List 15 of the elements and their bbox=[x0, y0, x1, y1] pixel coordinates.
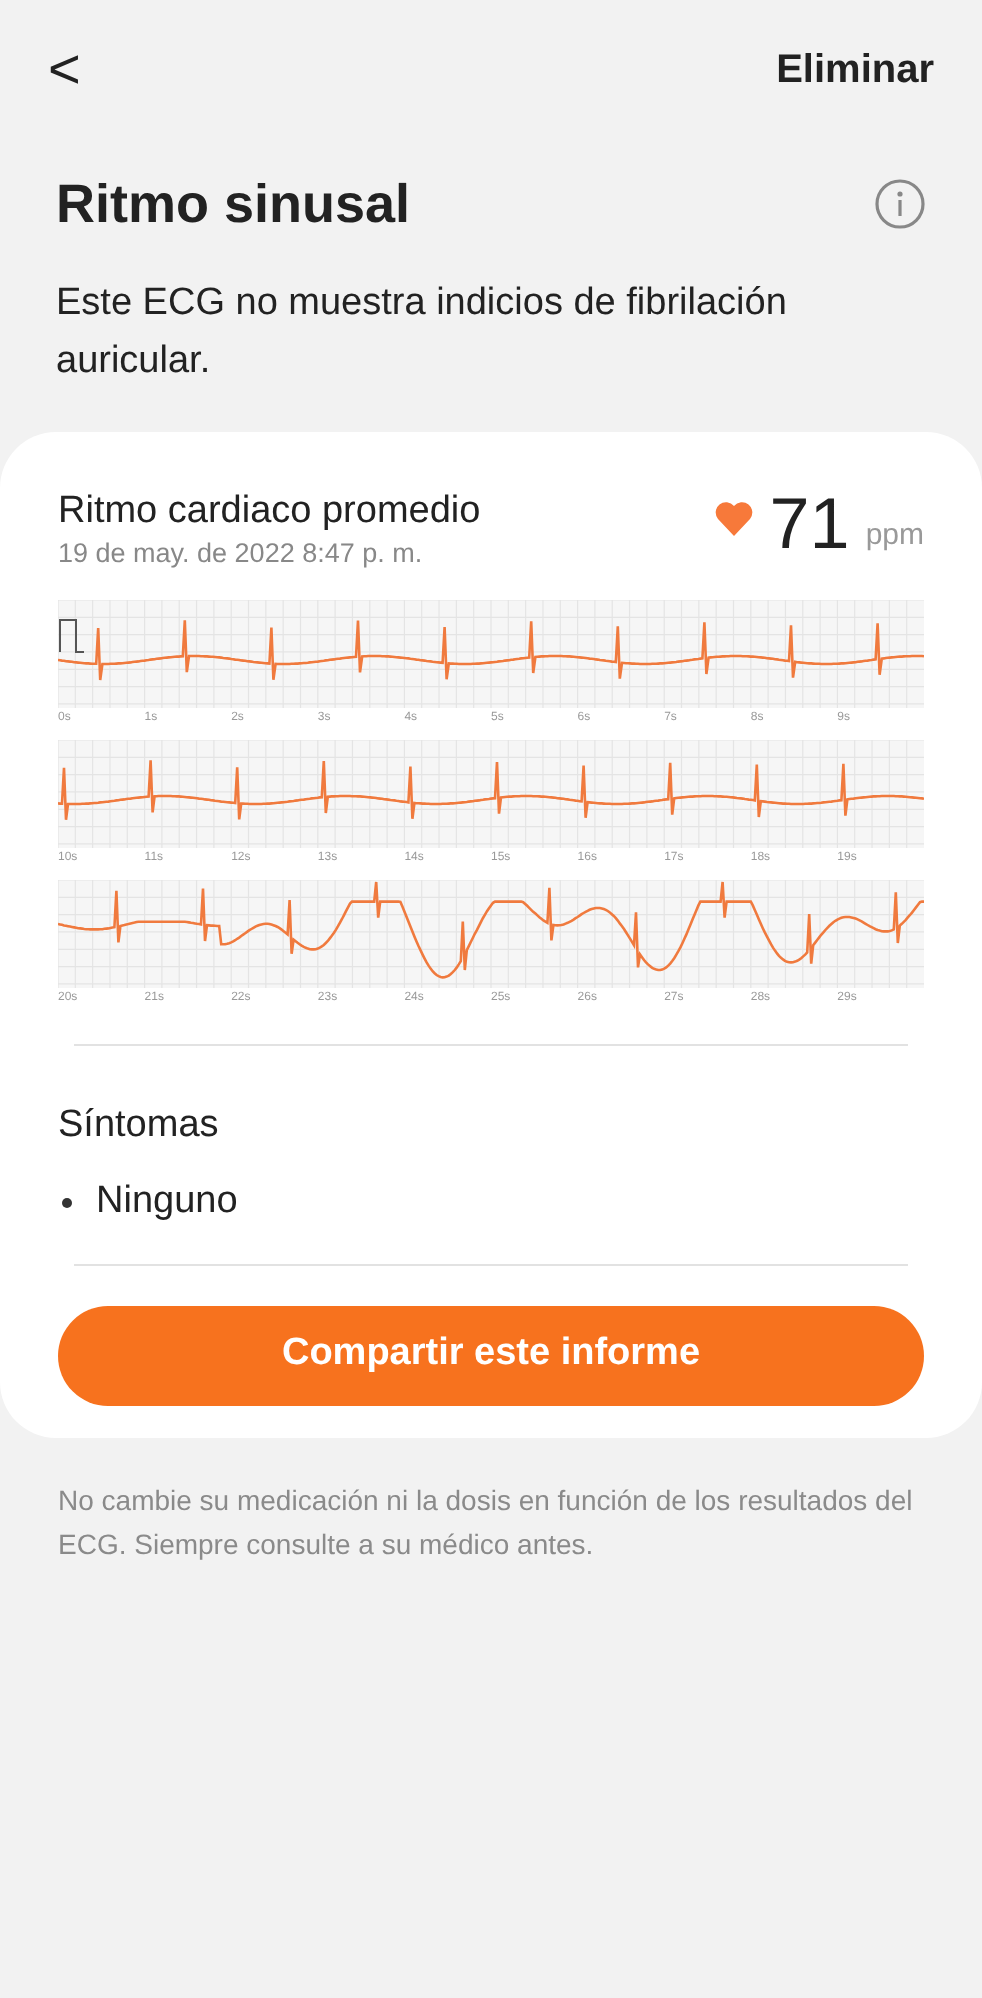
info-icon[interactable] bbox=[874, 178, 926, 231]
symptoms-title: Síntomas bbox=[58, 1101, 221, 1149]
symptom-item: Ninguno bbox=[96, 1178, 238, 1226]
result-title: Ritmo sinusal bbox=[56, 172, 411, 238]
timestamp: 19 de may. de 2022 8:47 p. m. bbox=[58, 535, 425, 571]
heart-rate-label: Ritmo cardiaco promedio bbox=[58, 487, 481, 535]
heart-rate-value: 71 bbox=[769, 483, 850, 563]
result-description: Este ECG no muestra indicios de fibrilación auricular. bbox=[54, 279, 789, 385]
delete-button[interactable]: Eliminar bbox=[776, 40, 934, 100]
heart-rate-unit: ppm bbox=[865, 516, 924, 556]
calibration-pulse bbox=[59, 618, 85, 652]
bullet-icon bbox=[62, 1197, 72, 1208]
heart-icon bbox=[713, 499, 754, 535]
disclaimer: No cambie su medicación ni la dosis en función de los resultados del ECG. Siempre consulte a su médico antes. bbox=[56, 1481, 915, 1564]
back-button[interactable]: < bbox=[48, 42, 81, 98]
